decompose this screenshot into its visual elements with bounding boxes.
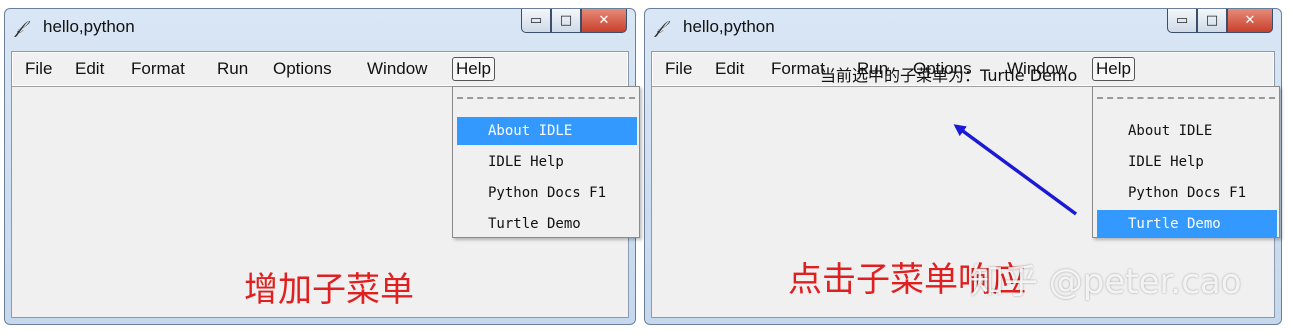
dropdown-item-turtle-demo[interactable]: Turtle Demo: [457, 210, 637, 238]
dropdown-item-turtle-demo[interactable]: Turtle Demo: [1097, 210, 1277, 238]
menu-file[interactable]: File: [662, 59, 695, 79]
dropdown-item-python-docs[interactable]: Python Docs F1: [457, 179, 637, 207]
client-area: File Edit Format Run Options Window Help…: [11, 51, 640, 318]
window-controls: ▭ □ ✕: [1167, 9, 1273, 35]
maximize-button[interactable]: □: [551, 9, 581, 33]
maximize-button[interactable]: □: [1197, 9, 1227, 33]
tearoff-line[interactable]: [457, 97, 635, 99]
dropdown-item-idle-help[interactable]: IDLE Help: [457, 148, 637, 176]
caption-add-submenu: 增加子菜单: [244, 270, 414, 310]
dropdown-item-about-idle[interactable]: About IDLE: [457, 117, 637, 145]
dropdown-item-idle-help[interactable]: IDLE Help: [1097, 148, 1277, 176]
window-controls: ▭ □ ✕: [521, 9, 627, 35]
window-title: hello,python: [43, 17, 135, 36]
window-title: hello,python: [683, 17, 775, 36]
idle-window-left: 𝒻 hello,python ▭ □ ✕ File Edit Format Ru…: [4, 8, 640, 325]
menu-edit[interactable]: Edit: [72, 59, 107, 79]
feather-icon: 𝒻: [655, 17, 664, 38]
help-dropdown: About IDLE IDLE Help Python Docs F1 Turt…: [1092, 86, 1280, 238]
title-bar[interactable]: 𝒻 hello,python ▭ □ ✕: [645, 9, 1281, 51]
menu-format[interactable]: Format: [128, 59, 188, 79]
dropdown-item-python-docs[interactable]: Python Docs F1: [1097, 179, 1277, 207]
title-bar[interactable]: 𝒻 hello,python ▭ □ ✕: [5, 9, 635, 51]
minimize-button[interactable]: ▭: [521, 9, 551, 33]
tearoff-line[interactable]: [1097, 97, 1275, 99]
menu-options[interactable]: Options: [270, 59, 335, 79]
menu-format[interactable]: Format: [768, 59, 828, 79]
close-button[interactable]: ✕: [1227, 9, 1273, 33]
minimize-button[interactable]: ▭: [1167, 9, 1197, 33]
menu-edit[interactable]: Edit: [712, 59, 747, 79]
menu-help[interactable]: Help: [1092, 57, 1135, 81]
menu-bar: File Edit Format Run Options Window Help: [12, 52, 628, 87]
feather-icon: 𝒻: [15, 17, 24, 38]
watermark: 知乎 @peter.cao: [970, 262, 1242, 302]
close-button[interactable]: ✕: [581, 9, 627, 33]
menu-file[interactable]: File: [22, 59, 55, 79]
menu-run[interactable]: Run: [214, 59, 251, 79]
help-dropdown: About IDLE IDLE Help Python Docs F1 Turt…: [452, 86, 640, 238]
menu-window[interactable]: Window: [364, 59, 430, 79]
selected-submenu-label: 当前选中的子菜单为：Turtle Demo: [820, 66, 1078, 85]
menu-help[interactable]: Help: [452, 57, 495, 81]
dropdown-item-about-idle[interactable]: About IDLE: [1097, 117, 1277, 145]
